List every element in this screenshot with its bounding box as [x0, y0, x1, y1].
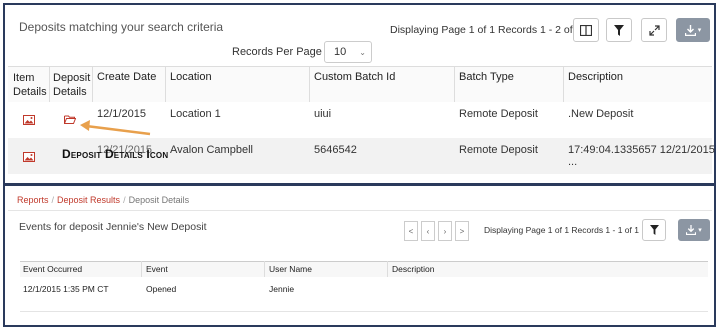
- chevron-down-icon: ▾: [697, 27, 702, 34]
- filter-icon: [649, 225, 659, 235]
- col-header-batch-type[interactable]: Batch Type: [459, 71, 514, 83]
- pager-next-button[interactable]: ›: [438, 221, 452, 241]
- columns-icon: [580, 24, 592, 36]
- col-header-item-details[interactable]: Item Details: [13, 71, 49, 99]
- row-description: .New Deposit: [568, 108, 634, 120]
- breadcrumb-reports[interactable]: Reports: [17, 195, 49, 205]
- expand-button[interactable]: [641, 18, 667, 42]
- folder-open-icon[interactable]: [64, 115, 76, 124]
- col-header-description[interactable]: Description: [392, 264, 435, 274]
- table-row[interactable]: [20, 277, 708, 312]
- events-panel-title: Events for deposit Jennie's New Deposit: [19, 221, 207, 233]
- pager-last-button[interactable]: >: [455, 221, 469, 241]
- row-location: Location 1: [170, 108, 221, 120]
- row-batch-id: uiui: [314, 108, 332, 120]
- row-batch-id: 5646542: [314, 144, 357, 156]
- download-icon: [686, 225, 697, 235]
- pager-first-button[interactable]: <: [404, 221, 418, 241]
- item-image-icon[interactable]: [23, 152, 35, 162]
- col-header-event[interactable]: Event: [146, 264, 168, 274]
- col-header-event-occurred[interactable]: Event Occurred: [23, 264, 82, 274]
- row-batch-type: Remote Deposit: [459, 108, 538, 120]
- breadcrumb-deposit-details: Deposit Details: [128, 195, 190, 205]
- row-location: Avalon Campbell: [170, 144, 253, 156]
- row-event: Opened: [146, 284, 177, 294]
- chevron-down-icon: ⌄: [359, 47, 366, 57]
- records-per-page-label: Records Per Page: [232, 46, 322, 58]
- row-user-name: Jennie: [269, 284, 295, 294]
- columns-button[interactable]: [573, 18, 599, 42]
- row-description: 17:49:04.1335657 12/21/2015 ...: [568, 144, 715, 168]
- records-per-page-select[interactable]: 10 ⌄: [324, 41, 372, 63]
- panel-divider: [3, 183, 716, 186]
- annotation-label: Deposit Details Icon: [62, 147, 169, 161]
- col-header-create-date[interactable]: Create Date: [97, 71, 156, 83]
- col-header-location[interactable]: Location: [170, 71, 212, 83]
- col-header-user-name[interactable]: User Name: [269, 264, 312, 274]
- pager-prev-button[interactable]: ‹: [421, 221, 435, 241]
- annotation-arrow: [80, 120, 151, 136]
- row-batch-type: Remote Deposit: [459, 144, 538, 156]
- row-event-occurred: 12/1/2015 1:35 PM CT: [23, 284, 109, 294]
- redacted-area: [228, 104, 262, 126]
- breadcrumb: Reports / Deposit Results / Deposit Details: [17, 195, 190, 205]
- divider: [8, 210, 712, 211]
- filter-button[interactable]: [606, 18, 632, 42]
- breadcrumb-deposit-results[interactable]: Deposit Results: [57, 195, 120, 205]
- redacted-area: [637, 104, 675, 124]
- chevron-down-icon: ▾: [698, 227, 702, 234]
- col-header-description[interactable]: Description: [568, 71, 623, 83]
- download-icon: [684, 24, 696, 36]
- events-export-button[interactable]: ▾: [678, 219, 710, 241]
- events-paging-text: Displaying Page 1 of 1 Records 1 - 1 of …: [484, 225, 639, 235]
- deposits-paging-text: Displaying Page 1 of 1 Records 1 - 2 of …: [390, 24, 582, 36]
- expand-icon: [648, 24, 660, 36]
- filter-icon: [614, 24, 624, 36]
- deposits-panel-title: Deposits matching your search criteria: [19, 20, 224, 34]
- col-header-deposit-details[interactable]: Deposit Details: [53, 71, 93, 99]
- events-filter-button[interactable]: [642, 219, 666, 241]
- export-button[interactable]: ▾: [676, 18, 710, 42]
- col-header-custom-batch-id[interactable]: Custom Batch Id: [314, 71, 395, 83]
- item-image-icon[interactable]: [23, 115, 35, 125]
- records-per-page-value: 10: [334, 46, 347, 58]
